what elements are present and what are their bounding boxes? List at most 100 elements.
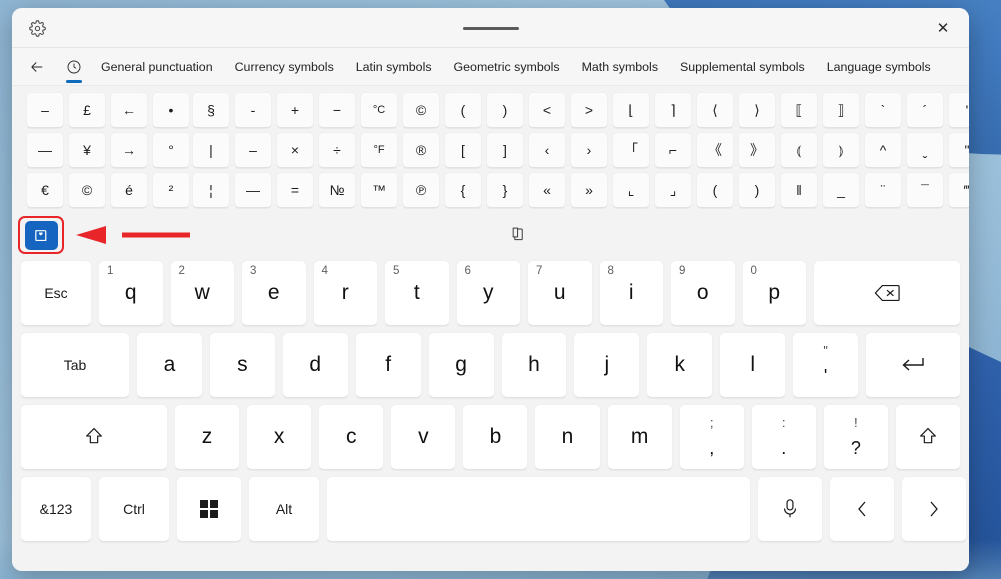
symbol-key[interactable]: + [276,92,314,128]
key-n[interactable]: n [534,404,601,470]
symbol-key[interactable]: ⌐ [654,132,692,168]
symbol-key[interactable]: ÷ [318,132,356,168]
symbol-key[interactable]: ] [486,132,524,168]
symbol-key[interactable]: > [570,92,608,128]
symbol-key[interactable]: © [68,172,106,208]
symbol-key[interactable]: ℗ [402,172,440,208]
key-space[interactable] [326,476,751,542]
symbol-key[interactable]: 「 [612,132,650,168]
settings-gear-button[interactable] [20,13,54,43]
key-e[interactable]: 3e [241,260,307,326]
symbol-key[interactable]: ⟨ [696,92,734,128]
symbol-key[interactable]: ¨ [864,172,902,208]
symbol-key[interactable]: < [528,92,566,128]
symbol-key[interactable]: ¯ [906,172,944,208]
key-escape[interactable]: Esc [20,260,92,326]
key-r[interactable]: 4r [312,260,378,326]
key-shift[interactable] [894,404,961,470]
emoji-panel-button[interactable] [24,220,58,250]
symbol-key[interactable]: — [26,132,64,168]
key-comma[interactable]: ;, [678,404,745,470]
key-v[interactable]: v [390,404,457,470]
tab-language-symbols[interactable]: Language symbols [816,48,942,86]
key-h[interactable]: h [500,332,568,398]
symbol-key[interactable]: × [276,132,314,168]
symbol-key[interactable]: ⟧ [822,92,860,128]
symbol-key[interactable]: © [402,92,440,128]
symbol-key[interactable]: ^ [864,132,902,168]
window-drag-handle[interactable] [462,27,519,30]
symbol-key[interactable]: ˬ [906,132,944,168]
symbol-key[interactable]: °C [360,92,398,128]
symbol-key[interactable]: ´ [906,92,944,128]
symbol-key[interactable]: } [486,172,524,208]
key-enter[interactable] [865,332,962,398]
clipboard-history-button[interactable] [502,220,534,248]
tab-supplemental-symbols[interactable]: Supplemental symbols [669,48,816,86]
symbol-key[interactable]: ° [152,132,190,168]
key-question[interactable]: !? [822,404,889,470]
symbol-key[interactable]: ² [152,172,190,208]
key-p[interactable]: 0p [741,260,807,326]
symbol-key[interactable]: ⌊ [612,92,650,128]
key-shift[interactable] [20,404,168,470]
tab-math-symbols[interactable]: Math symbols [571,48,669,86]
tab-recent[interactable] [58,48,90,86]
symbol-key[interactable]: » [570,172,608,208]
symbol-key[interactable]: ‴ [948,172,969,208]
symbol-key[interactable]: ⟦ [780,92,818,128]
symbol-key[interactable]: ¦ [192,172,230,208]
symbol-key[interactable]: § [192,92,230,128]
symbol-key[interactable]: ‒ [234,132,272,168]
symbol-key[interactable]: ) [486,92,524,128]
key-z[interactable]: z [174,404,241,470]
symbol-key[interactable]: ⦅ [780,132,818,168]
key-l[interactable]: l [719,332,787,398]
key-y[interactable]: 6y [455,260,521,326]
symbol-key[interactable]: ® [402,132,440,168]
key-t[interactable]: 5t [384,260,450,326]
key-m[interactable]: m [606,404,673,470]
tab-latin-symbols[interactable]: Latin symbols [345,48,443,86]
key-chevron-left[interactable] [829,476,895,542]
key-s[interactable]: s [208,332,276,398]
symbol-key[interactable]: - [234,92,272,128]
symbol-key[interactable]: € [26,172,64,208]
key-c[interactable]: c [318,404,385,470]
key-alt[interactable]: Alt [248,476,320,542]
key-w[interactable]: 2w [169,260,235,326]
key-x[interactable]: x [246,404,313,470]
key-i[interactable]: 8i [598,260,664,326]
symbol-key[interactable]: – [26,92,64,128]
symbol-key[interactable]: é [110,172,148,208]
symbol-key[interactable]: 》 [738,132,776,168]
key-d[interactable]: d [281,332,349,398]
symbol-key[interactable]: [ [444,132,482,168]
tab-geometric-symbols[interactable]: Geometric symbols [443,48,571,86]
key-ctrl[interactable]: Ctrl [98,476,170,542]
symbol-key[interactable]: { [444,172,482,208]
key-f[interactable]: f [354,332,422,398]
symbol-key[interactable]: ⌞ [612,172,650,208]
key-j[interactable]: j [573,332,641,398]
symbol-key[interactable]: ⟩ [738,92,776,128]
symbol-key[interactable]: ⌉ [654,92,692,128]
symbol-key[interactable]: − [318,92,356,128]
key-microphone[interactable] [757,476,823,542]
symbol-key[interactable]: ʹ [948,92,969,128]
symbol-key[interactable]: ⦆ [822,132,860,168]
back-arrow-icon[interactable] [20,52,54,82]
key-g[interactable]: g [427,332,495,398]
symbol-key[interactable]: ™ [360,172,398,208]
symbol-key[interactable]: _ [822,172,860,208]
symbol-key[interactable]: ( [444,92,482,128]
key-period[interactable]: :. [750,404,817,470]
key-apostrophe[interactable]: " ' [792,332,860,398]
key-windows[interactable] [176,476,242,542]
symbol-key[interactable]: ― [234,172,272,208]
key-o[interactable]: 9o [670,260,736,326]
symbol-key[interactable]: ‹ [528,132,566,168]
symbol-key[interactable]: 《 [696,132,734,168]
symbol-key[interactable]: → [110,132,148,168]
symbol-key[interactable]: № [318,172,356,208]
